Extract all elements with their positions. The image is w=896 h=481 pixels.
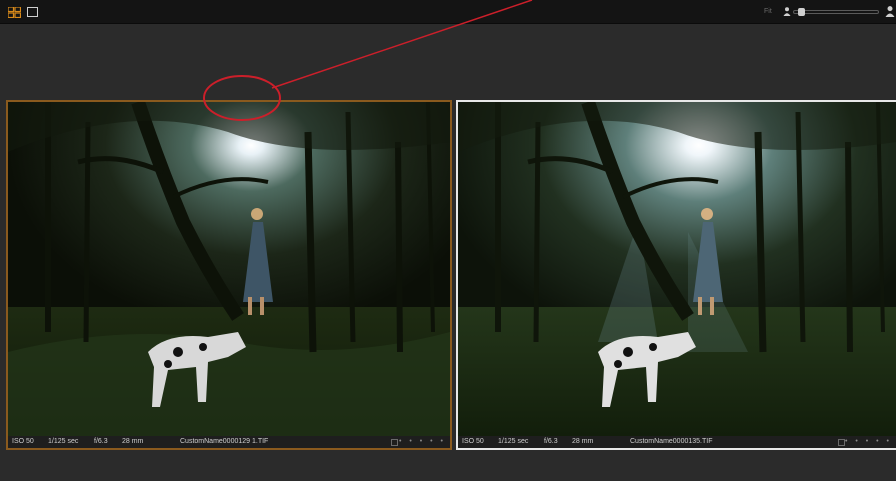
shutter-label: 1/125 sec [48, 438, 79, 445]
single-view-icon[interactable] [27, 7, 38, 17]
fit-label[interactable]: Fit [764, 8, 772, 15]
grid-view-icon[interactable] [8, 7, 21, 18]
zoom-slider-thumb[interactable] [797, 8, 805, 16]
photo-1-info-bar: ISO 50 1/125 sec f/6.3 28 mm CustomName0… [8, 436, 450, 448]
select-checkbox[interactable] [391, 439, 398, 446]
shutter-label: 1/125 sec [498, 438, 529, 445]
iso-label: ISO 50 [12, 438, 34, 445]
filename-label: CustomName0000129 1.TIF [180, 438, 269, 445]
photo-panel-1[interactable]: ISO 50 1/125 sec f/6.3 28 mm CustomName0… [6, 100, 452, 450]
aperture-label: f/6.3 [544, 438, 558, 445]
photo-2[interactable] [458, 102, 896, 436]
photo-panel-2[interactable]: ISO 50 1/125 sec f/6.3 28 mm CustomName0… [456, 100, 896, 450]
photo-2-info-bar: ISO 50 1/125 sec f/6.3 28 mm CustomName0… [458, 436, 896, 448]
filename-label: CustomName0000135.TIF [630, 438, 713, 445]
aperture-label: f/6.3 [94, 438, 108, 445]
rating-dots[interactable]: • • • • • [399, 436, 446, 448]
empty-toolbar-area [0, 24, 896, 98]
select-checkbox[interactable] [838, 439, 845, 446]
person-large-icon [885, 6, 895, 17]
forest-photo-2 [458, 102, 896, 436]
zoom-slider[interactable] [793, 8, 879, 16]
person-small-icon [783, 7, 791, 16]
photo-1[interactable] [8, 102, 450, 436]
forest-photo-1 [8, 102, 450, 436]
iso-label: ISO 50 [462, 438, 484, 445]
focal-length-label: 28 mm [122, 438, 144, 445]
top-toolbar: Fit [0, 0, 896, 24]
focal-length-label: 28 mm [572, 438, 594, 445]
rating-dots[interactable]: • • • • • [845, 436, 892, 448]
